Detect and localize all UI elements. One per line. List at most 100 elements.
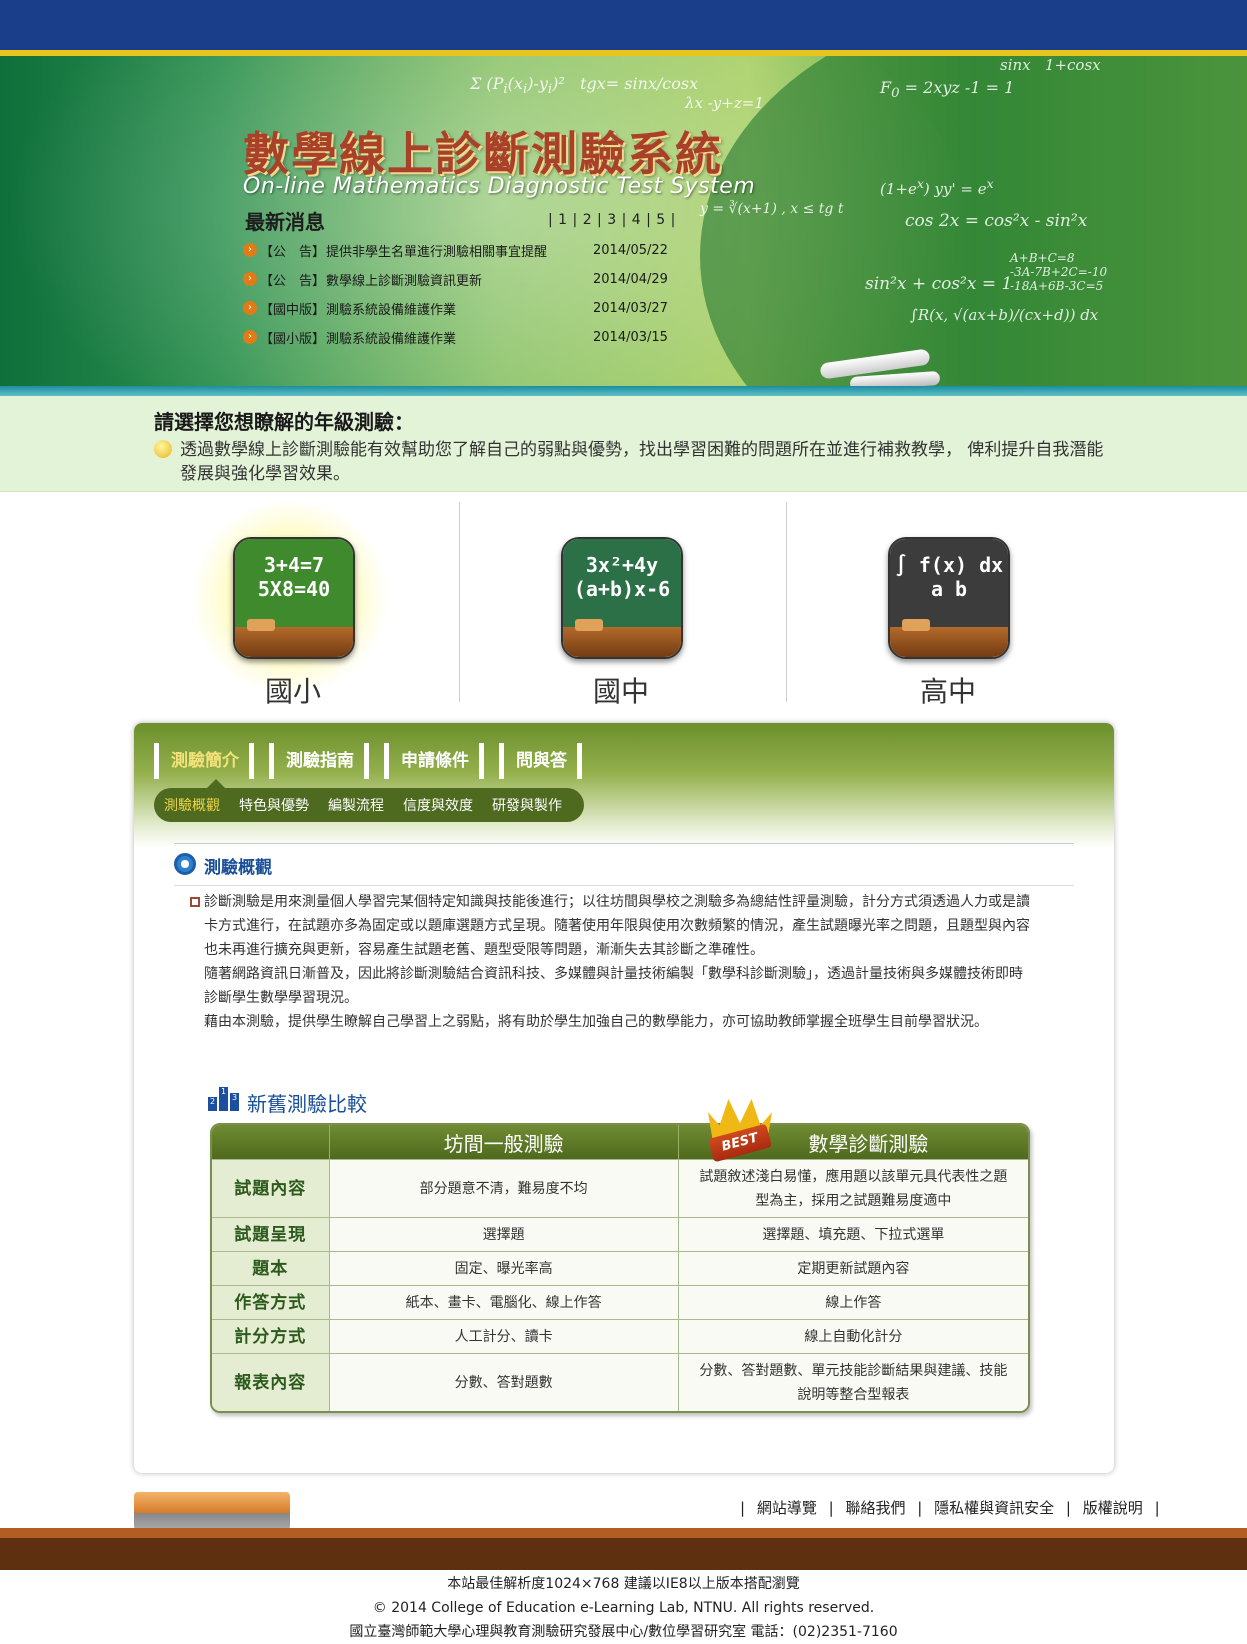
board-line: 3+4=7 bbox=[263, 553, 325, 577]
subtab-overview[interactable]: 測驗概觀 bbox=[164, 795, 220, 815]
divider bbox=[174, 885, 1074, 886]
row-header: 作答方式 bbox=[212, 1285, 330, 1319]
grade-label[interactable]: 國中 bbox=[458, 670, 784, 710]
eraser-icon bbox=[902, 619, 930, 631]
news-date: 2014/03/15 bbox=[593, 329, 668, 345]
banner-formula: sinx 1+cosx bbox=[1000, 56, 1101, 74]
footer-links: | 網站導覽 | 聯絡我們 | 隱私權與資訊安全 | 版權說明 | bbox=[737, 1497, 1163, 1518]
icon-digit: 3 bbox=[230, 1093, 239, 1111]
cell-new: 選擇題、填充題、下拉式選單 bbox=[678, 1217, 1028, 1251]
footer-link-sitemap[interactable]: 網站導覽 bbox=[757, 1499, 817, 1517]
paragraph: 診斷測驗是用來測量個人學習完某個特定知識與技能後進行；以往坊間與學校之測驗多為總… bbox=[204, 894, 1030, 958]
eraser-icon bbox=[247, 619, 275, 631]
subtab-features[interactable]: 特色與優勢 bbox=[239, 795, 309, 815]
chalkboard-icon[interactable]: 3x²+4y (a+b)x-6 bbox=[561, 537, 683, 659]
intro-section: 請選擇您想瞭解的年級測驗： 透過數學線上診斷測驗能有效幫助您了解自己的弱點與優勢… bbox=[0, 396, 1247, 492]
panel-header bbox=[134, 723, 1114, 848]
tab-pointer bbox=[207, 779, 225, 788]
banner-formula: sin²x + cos²x = 1 bbox=[865, 274, 1013, 294]
board-tray bbox=[890, 627, 1008, 657]
separator: | bbox=[917, 1499, 923, 1517]
banner-formula: F0 = 2xyz -1 = 1 bbox=[880, 78, 1015, 102]
section-icon bbox=[174, 853, 196, 875]
subtab-process[interactable]: 編製流程 bbox=[328, 795, 384, 815]
tab-guide[interactable]: 測驗指南 bbox=[269, 743, 369, 779]
footer-link-copyright[interactable]: 版權說明 bbox=[1083, 1499, 1143, 1517]
news-category: 【公 告】 bbox=[260, 273, 326, 289]
board-slate: ∫ f(x) dx a b bbox=[890, 539, 1008, 627]
separator: | bbox=[1065, 1499, 1071, 1517]
paragraph: 藉由本測驗，提供學生瞭解自己學習上之弱點，將有助於學生加強自己的數學能力，亦可協… bbox=[204, 1014, 988, 1030]
news-date: 2014/05/22 bbox=[593, 242, 668, 258]
cell-old: 部分題意不清，難易度不均 bbox=[329, 1159, 679, 1217]
board-tray bbox=[235, 627, 353, 657]
news-item[interactable]: › 【公 告】 提供非學生名單進行測驗相關事宜提醒 2014/05/22 bbox=[243, 239, 683, 261]
comparison-table: 坊間一般測驗 數學診斷測驗 試題內容 部分題意不清，難易度不均 試題敘述淺白易懂… bbox=[210, 1123, 1030, 1413]
chalkboard-icon[interactable]: ∫ f(x) dx a b bbox=[888, 537, 1010, 659]
table-row: 作答方式 紙本、畫卡、電腦化、線上作答 線上作答 bbox=[212, 1285, 1028, 1319]
table-header-old: 坊間一般測驗 bbox=[329, 1125, 679, 1159]
news-text[interactable]: 提供非學生名單進行測驗相關事宜提醒 bbox=[326, 241, 583, 260]
grade-elementary[interactable]: 3+4=7 5X8=40 國小 bbox=[130, 502, 456, 708]
banner-formula: (1+ex) yy' = ex bbox=[880, 176, 994, 198]
news-text[interactable]: 數學線上診斷測驗資訊更新 bbox=[326, 270, 583, 289]
news-item[interactable]: › 【國中版】 測驗系統設備維護作業 2014/03/27 bbox=[243, 297, 683, 319]
cell-new: 分數、答對題數、單元技能診斷結果與建議、技能說明等整合型報表 bbox=[678, 1353, 1028, 1411]
lightbulb-icon bbox=[154, 440, 172, 458]
grade-label[interactable]: 國小 bbox=[130, 670, 456, 710]
board-line: a b bbox=[930, 577, 968, 601]
paragraph: 隨著網路資訊日漸普及，因此將診斷測驗結合資訊科技、多媒體與計量技術編製「數學科診… bbox=[204, 966, 1023, 1006]
arrow-icon: › bbox=[243, 330, 257, 344]
content-panel: 測驗簡介 測驗指南 申請條件 問與答 測驗概觀 特色與優勢 編製流程 信度與效度… bbox=[134, 723, 1114, 1473]
subtab-development[interactable]: 研發與製作 bbox=[492, 795, 562, 815]
row-header: 試題呈現 bbox=[212, 1217, 330, 1251]
cell-old: 分數、答對題數 bbox=[329, 1353, 679, 1411]
grade-junior[interactable]: 3x²+4y (a+b)x-6 國中 bbox=[458, 502, 784, 708]
board-slate: 3+4=7 5X8=40 bbox=[235, 539, 353, 627]
row-header: 題本 bbox=[212, 1251, 330, 1285]
tab-faq[interactable]: 問與答 bbox=[499, 743, 582, 779]
news-category: 【公 告】 bbox=[260, 244, 326, 260]
tab-intro[interactable]: 測驗簡介 bbox=[154, 743, 254, 779]
banner-formula: ∫R(x, √(ax+b)/(cx+d)) dx bbox=[910, 306, 1099, 324]
icon-digit: 2 bbox=[208, 1097, 217, 1111]
footer-bar bbox=[0, 1538, 1247, 1570]
tab-requirements[interactable]: 申請條件 bbox=[384, 743, 484, 779]
news-date: 2014/04/29 bbox=[593, 271, 668, 287]
separator: | bbox=[740, 1499, 746, 1517]
footer-stripe bbox=[0, 1528, 1247, 1538]
best-badge: BEST bbox=[704, 1099, 776, 1163]
news-text[interactable]: 測驗系統設備維護作業 bbox=[326, 299, 583, 318]
teal-divider bbox=[0, 386, 1247, 396]
banner-formula: λx -y+z=1 bbox=[685, 94, 764, 112]
banner-formula: y = ∛(x+1) , x ≤ tg t bbox=[700, 201, 844, 217]
banner-formula: Σ (Pi(xi)-yi)² tgx= sinx/cosx bbox=[470, 74, 699, 98]
cell-old: 人工計分、讀卡 bbox=[329, 1319, 679, 1353]
arrow-icon: › bbox=[243, 243, 257, 257]
separator: | bbox=[828, 1499, 834, 1517]
news-text[interactable]: 測驗系統設備維護作業 bbox=[326, 328, 583, 347]
board-line: (a+b)x-6 bbox=[573, 577, 671, 601]
square-bullet-icon bbox=[190, 897, 200, 907]
chalkboard-icon[interactable]: 3+4=7 5X8=40 bbox=[233, 537, 355, 659]
news-item[interactable]: › 【國小版】 測驗系統設備維護作業 2014/03/15 bbox=[243, 326, 683, 348]
footer-info: 本站最佳解析度1024×768 建議以IE8以上版本搭配瀏覽 © 2014 Co… bbox=[0, 1572, 1247, 1644]
intro-text: 透過數學線上診斷測驗能有效幫助您了解自己的弱點與優勢，找出學習困難的問題所在並進… bbox=[180, 440, 1104, 484]
footer-link-contact[interactable]: 聯絡我們 bbox=[845, 1499, 905, 1517]
table-row: 題本 固定、曝光率高 定期更新試題內容 bbox=[212, 1251, 1028, 1285]
cell-old: 選擇題 bbox=[329, 1217, 679, 1251]
grade-senior[interactable]: ∫ f(x) dx a b 高中 bbox=[785, 502, 1111, 708]
subtab-reliability[interactable]: 信度與效度 bbox=[403, 795, 473, 815]
banner-formula: cos 2x = cos²x - sin²x bbox=[905, 211, 1088, 231]
news-item[interactable]: › 【公 告】 數學線上診斷測驗資訊更新 2014/04/29 bbox=[243, 268, 683, 290]
footer-resolution-note: 本站最佳解析度1024×768 建議以IE8以上版本搭配瀏覽 bbox=[447, 1576, 800, 1592]
grade-label[interactable]: 高中 bbox=[785, 670, 1111, 710]
row-header: 試題內容 bbox=[212, 1159, 330, 1217]
header-banner: Σ (Pi(xi)-yi)² tgx= sinx/cosx λx -y+z=1 … bbox=[0, 56, 1247, 386]
board-slate: 3x²+4y (a+b)x-6 bbox=[563, 539, 681, 627]
arrow-icon: › bbox=[243, 272, 257, 286]
footer-link-privacy[interactable]: 隱私權與資訊安全 bbox=[934, 1499, 1054, 1517]
news-pagination[interactable]: | 1 | 2 | 3 | 4 | 5 | bbox=[548, 212, 675, 228]
footer-contact: 國立臺灣師範大學心理與教育測驗研究發展中心/數位學習研究室 電話：(02)235… bbox=[349, 1624, 898, 1640]
table-header-corner bbox=[212, 1125, 330, 1159]
